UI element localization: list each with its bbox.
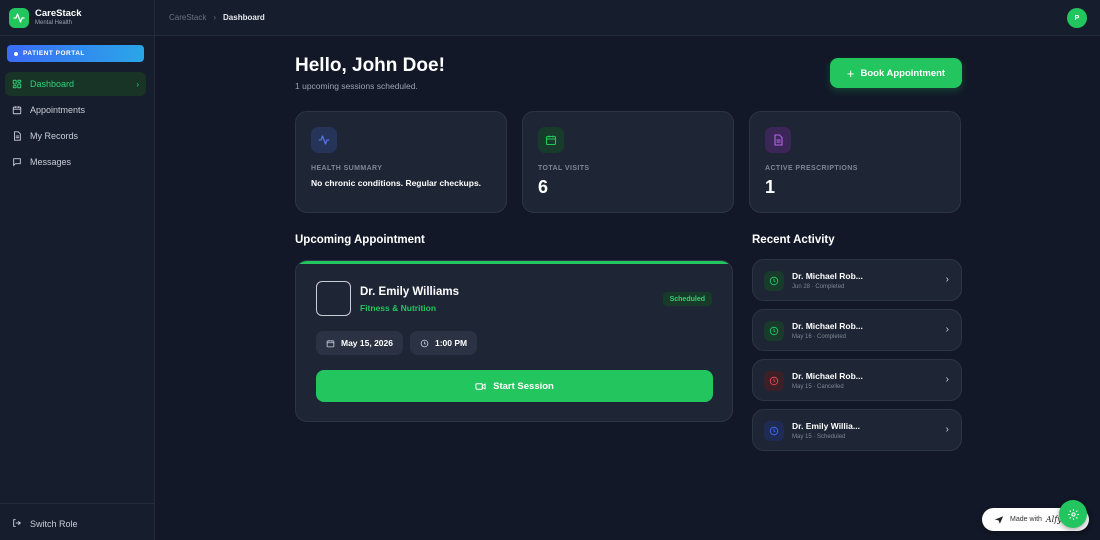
sidebar-nav: Dashboard › Appointments My Records Mess… <box>0 72 154 174</box>
activity-doctor: Dr. Emily Willia... <box>792 421 860 431</box>
logout-icon <box>12 518 22 530</box>
divider <box>0 503 154 504</box>
calendar-icon <box>326 339 335 348</box>
start-session-label: Start Session <box>493 380 554 392</box>
appointment-date: May 15, 2026 <box>341 338 393 348</box>
activity-meta: May 15 · Scheduled <box>792 434 846 440</box>
portal-badge-label: PATIENT PORTAL <box>23 50 85 57</box>
stat-label: TOTAL VISITS <box>538 165 590 172</box>
stat-label: HEALTH SUMMARY <box>311 165 383 172</box>
sidebar-item-appointments[interactable]: Appointments <box>5 98 146 122</box>
doctor-specialty: Fitness & Nutrition <box>360 303 437 313</box>
doctor-name: Dr. Emily Williams <box>360 286 459 298</box>
activity-doctor: Dr. Michael Rob... <box>792 321 863 331</box>
sidebar-item-label: Appointments <box>30 105 86 115</box>
appointment-time-chip: 1:00 PM <box>410 331 478 355</box>
activity-meta: Jun 28 · Completed <box>792 284 845 290</box>
video-camera-icon <box>475 381 486 392</box>
activity-item[interactable]: Dr. Michael Rob... May 16 · Completed › <box>752 309 962 351</box>
health-summary-card: HEALTH SUMMARY No chronic conditions. Re… <box>295 111 507 213</box>
sidebar-item-label: Messages <box>30 157 72 167</box>
clock-icon <box>764 321 784 341</box>
doctor-photo <box>316 281 351 316</box>
book-appointment-button[interactable]: + Book Appointment <box>830 58 962 88</box>
activity-item[interactable]: Dr. Michael Rob... May 15 · Cancelled › <box>752 359 962 401</box>
activity-doctor: Dr. Michael Rob... <box>792 271 863 281</box>
stat-label: ACTIVE PRESCRIPTIONS <box>765 165 858 172</box>
made-with-label: Made with <box>1010 516 1042 523</box>
clock-icon <box>764 271 784 291</box>
calendar-icon <box>538 127 564 153</box>
sidebar-item-messages[interactable]: Messages <box>5 150 146 174</box>
breadcrumb-separator: › <box>213 13 217 22</box>
brand-name: CareStack <box>35 7 82 19</box>
activity-pulse-icon <box>311 127 337 153</box>
upcoming-appointment-heading: Upcoming Appointment <box>295 234 425 246</box>
sidebar: CareStack Mental Health PATIENT PORTAL D… <box>0 0 155 540</box>
chevron-right-icon: › <box>945 374 949 385</box>
sidebar-item-dashboard[interactable]: Dashboard › <box>5 72 146 96</box>
activity-doctor: Dr. Michael Rob... <box>792 371 863 381</box>
accent-bar <box>296 261 732 264</box>
dashboard-grid-icon <box>12 79 22 89</box>
sidebar-item-label: Dashboard <box>30 79 75 89</box>
activity-item[interactable]: Dr. Emily Willia... May 15 · Scheduled › <box>752 409 962 451</box>
avatar[interactable]: P <box>1067 8 1087 28</box>
paper-plane-icon <box>994 515 1004 525</box>
patient-portal-badge: PATIENT PORTAL <box>7 45 144 62</box>
switch-role-label: Switch Role <box>30 519 78 529</box>
activity-pulse-icon <box>9 7 29 28</box>
page-title: Hello, John Doe! <box>295 55 445 76</box>
clock-icon <box>764 421 784 441</box>
document-icon <box>12 131 22 141</box>
chevron-right-icon: › <box>136 79 139 89</box>
total-visits-card: TOTAL VISITS 6 <box>522 111 734 213</box>
sidebar-item-label: My Records <box>30 131 79 141</box>
calendar-icon <box>12 105 22 115</box>
plus-icon: + <box>846 65 855 81</box>
chevron-right-icon: › <box>945 324 949 335</box>
stat-value: No chronic conditions. Regular checkups. <box>311 178 482 188</box>
appointment-date-chip: May 15, 2026 <box>316 331 403 355</box>
stat-value: 6 <box>538 177 549 197</box>
breadcrumb-root[interactable]: CareStack <box>169 13 206 22</box>
chevron-right-icon: › <box>945 424 949 435</box>
start-session-button[interactable]: Start Session <box>316 370 713 402</box>
switch-role-button[interactable]: Switch Role <box>12 518 78 530</box>
brand-subtitle: Mental Health <box>35 20 73 27</box>
appointment-time: 1:00 PM <box>435 338 468 348</box>
activity-meta: May 15 · Cancelled <box>792 384 844 390</box>
clock-icon <box>420 339 429 348</box>
upcoming-appointment-card: Dr. Emily Williams Fitness & Nutrition S… <box>295 260 733 422</box>
topbar: CareStack › Dashboard P <box>155 0 1100 36</box>
status-badge: Scheduled <box>662 292 712 306</box>
breadcrumb-current: Dashboard <box>223 13 265 22</box>
chat-bubble-icon <box>12 157 22 167</box>
recent-activity-heading: Recent Activity <box>752 234 835 246</box>
active-prescriptions-card: ACTIVE PRESCRIPTIONS 1 <box>749 111 961 213</box>
stat-value: 1 <box>765 177 776 197</box>
settings-fab[interactable] <box>1059 500 1087 528</box>
activity-item[interactable]: Dr. Michael Rob... Jun 28 · Completed › <box>752 259 962 301</box>
document-icon <box>765 127 791 153</box>
activity-meta: May 16 · Completed <box>792 334 847 340</box>
book-appointment-label: Book Appointment <box>860 67 946 79</box>
chevron-right-icon: › <box>945 274 949 285</box>
page-subtitle: 1 upcoming sessions scheduled. <box>295 81 418 91</box>
dot-icon <box>14 51 18 56</box>
sidebar-item-my-records[interactable]: My Records <box>5 124 146 148</box>
brand[interactable]: CareStack Mental Health <box>0 0 154 36</box>
clock-icon <box>764 371 784 391</box>
gear-icon <box>1067 508 1080 521</box>
